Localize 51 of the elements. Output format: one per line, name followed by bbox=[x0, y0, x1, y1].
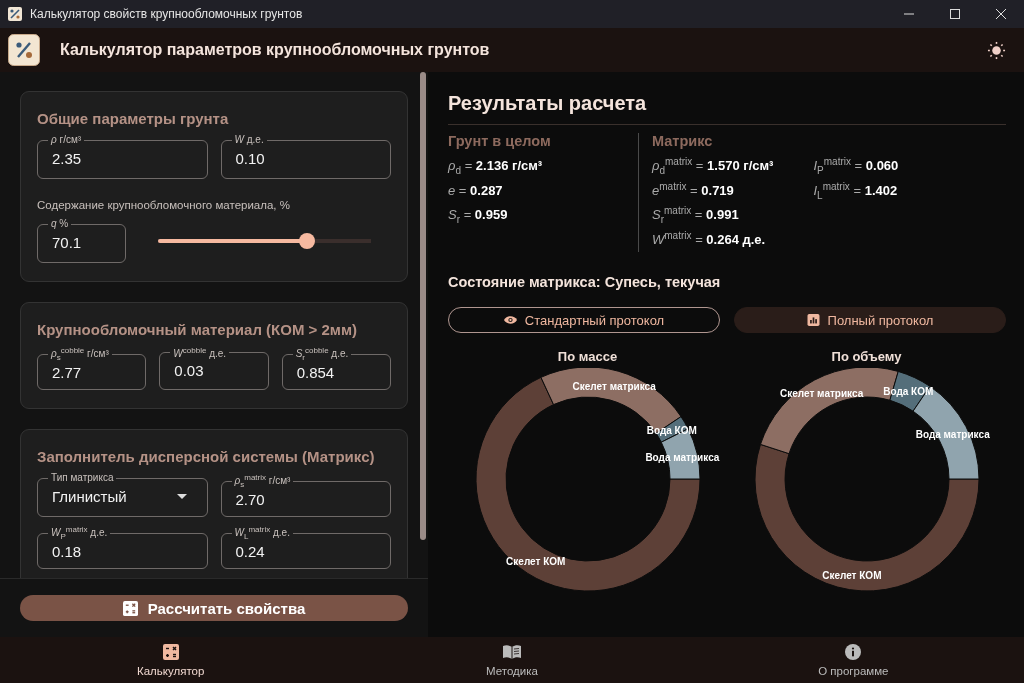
input-field[interactable]: ρ$_{s}$$^{cobble}$ г/см³ 2.77 bbox=[37, 346, 147, 390]
calculator-icon bbox=[162, 643, 179, 660]
result-value: S$_{r}$ = 0.959 bbox=[448, 206, 509, 227]
chart-title: По объему bbox=[831, 349, 902, 366]
nav-tab[interactable]: Калькулятор bbox=[0, 637, 342, 683]
app-icon bbox=[8, 7, 22, 21]
input-field[interactable]: S$_{r}$$^{cobble}$ д.е. 0.854 bbox=[281, 346, 391, 390]
scrollbar[interactable] bbox=[420, 72, 426, 540]
results-title: Результаты расчета bbox=[448, 92, 1006, 125]
slider-caption: Содержание крупнообломочного материала, % bbox=[37, 199, 290, 211]
result-value: ρ$_{d}$$^{matrix}$ = 1.570 г/см³ bbox=[652, 154, 774, 178]
result-value: ρ$_{d}$ = 2.136 г/см³ bbox=[448, 157, 543, 178]
percent-logo-icon bbox=[8, 34, 40, 66]
slider-thumb[interactable] bbox=[299, 233, 316, 249]
segment-label: Скелет КОМ bbox=[505, 555, 565, 567]
chart-title: По массе bbox=[557, 349, 618, 366]
window-title: Калькулятор свойств крупнообломочных грунтов bbox=[30, 7, 303, 21]
result-value: S$_{r}$$^{matrix}$ = 0.991 bbox=[652, 203, 740, 227]
input-field[interactable]: W д.е. 0.10 bbox=[220, 135, 391, 179]
result-value: e = 0.287 bbox=[448, 181, 504, 200]
input-field[interactable]: ρ$_{s}$$^{matrix}$ г/см³ 2.70 bbox=[220, 473, 391, 517]
input-field[interactable]: W$^{cobble}$ д.е. 0.03 bbox=[159, 346, 269, 390]
column-title: Грунт в целом bbox=[448, 133, 552, 149]
input-field[interactable]: q % 70.1 bbox=[37, 219, 126, 263]
sun-icon[interactable] bbox=[987, 40, 1006, 60]
matrix-state: Состояние матрикса: Супесь, текучая bbox=[448, 274, 722, 290]
eye-icon bbox=[503, 314, 517, 326]
result-value: I$_{P}$$^{matrix}$ = 0.060 bbox=[813, 154, 899, 178]
calculator-icon bbox=[122, 600, 138, 616]
segment-label: Вода КОМ bbox=[882, 386, 933, 398]
book-icon bbox=[502, 643, 522, 660]
protocol-button[interactable]: Полный протокол bbox=[734, 307, 1006, 333]
segment-label: Скелет КОМ bbox=[821, 569, 881, 581]
input-field[interactable]: W$_{P}$$^{matrix}$ д.е. 0.18 bbox=[37, 525, 208, 569]
result-value: W$^{matrix}$ = 0.264 д.е. bbox=[652, 228, 767, 249]
info-icon bbox=[845, 643, 862, 660]
section-title: Заполнитель дисперсной системы (Матрикс) bbox=[37, 448, 376, 465]
calculate-button[interactable]: Рассчитать свойства bbox=[20, 595, 408, 621]
nav-tab[interactable]: Методика bbox=[341, 637, 683, 683]
section-title: Крупнообломочный материал (КОМ > 2мм) bbox=[37, 321, 359, 338]
result-value: I$_{L}$$^{matrix}$ = 1.402 bbox=[813, 179, 899, 203]
dropdown[interactable]: Тип матрикса Глинистый bbox=[37, 473, 208, 517]
app-title: Калькулятор параметров крупнообломочных грунтов bbox=[60, 41, 490, 59]
section-title: Общие параметры грунта bbox=[37, 110, 230, 127]
input-field[interactable]: W$_{L}$$^{matrix}$ д.е. 0.24 bbox=[220, 525, 391, 569]
bar-chart-icon bbox=[806, 314, 820, 326]
input-field[interactable]: ρ г/см³ 2.35 bbox=[37, 135, 208, 179]
nav-tab[interactable]: О программе bbox=[682, 637, 1024, 683]
result-value: e$^{matrix}$ = 0.719 bbox=[652, 179, 735, 200]
caret-icon bbox=[176, 493, 187, 499]
column-title: Матрикс bbox=[652, 133, 714, 149]
